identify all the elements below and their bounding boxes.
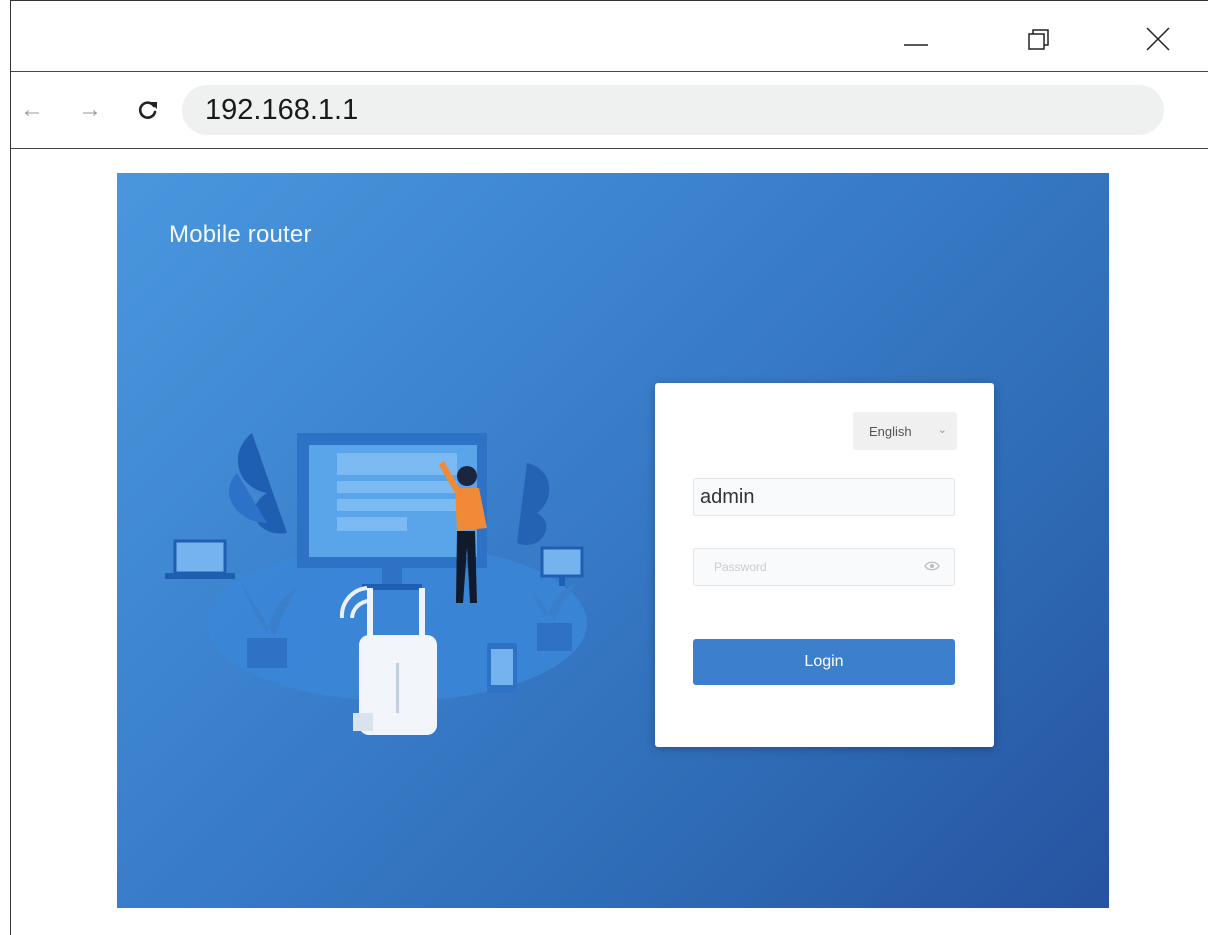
language-select-value: English bbox=[869, 423, 912, 439]
title-bar bbox=[11, 1, 1208, 72]
password-field[interactable]: Password bbox=[693, 548, 955, 586]
brand-title: Mobile router bbox=[169, 221, 312, 248]
arrow-right-icon[interactable]: → bbox=[75, 95, 105, 125]
browser-window: ← → 192.168.1.1 Mobile router English ⌄ … bbox=[10, 0, 1208, 935]
url-field[interactable]: 192.168.1.1 bbox=[182, 85, 1164, 135]
login-button[interactable]: Login bbox=[693, 639, 955, 685]
chevron-down-icon: ⌄ bbox=[937, 424, 947, 436]
router-login-page: Mobile router English ⌄ admin Password L… bbox=[117, 173, 1109, 908]
login-card: English ⌄ admin Password Login bbox=[655, 383, 994, 747]
password-placeholder: Password bbox=[714, 560, 767, 574]
show-password-icon[interactable] bbox=[924, 560, 940, 575]
close-icon[interactable] bbox=[1138, 19, 1178, 59]
network-illustration bbox=[165, 433, 587, 735]
minimize-icon[interactable] bbox=[896, 19, 936, 59]
address-bar: ← → 192.168.1.1 bbox=[11, 73, 1208, 149]
restore-icon[interactable] bbox=[1018, 19, 1058, 59]
username-field[interactable]: admin bbox=[693, 478, 955, 516]
language-select[interactable]: English ⌄ bbox=[853, 412, 957, 450]
arrow-left-icon[interactable]: ← bbox=[17, 95, 47, 125]
reload-icon[interactable] bbox=[133, 95, 163, 125]
